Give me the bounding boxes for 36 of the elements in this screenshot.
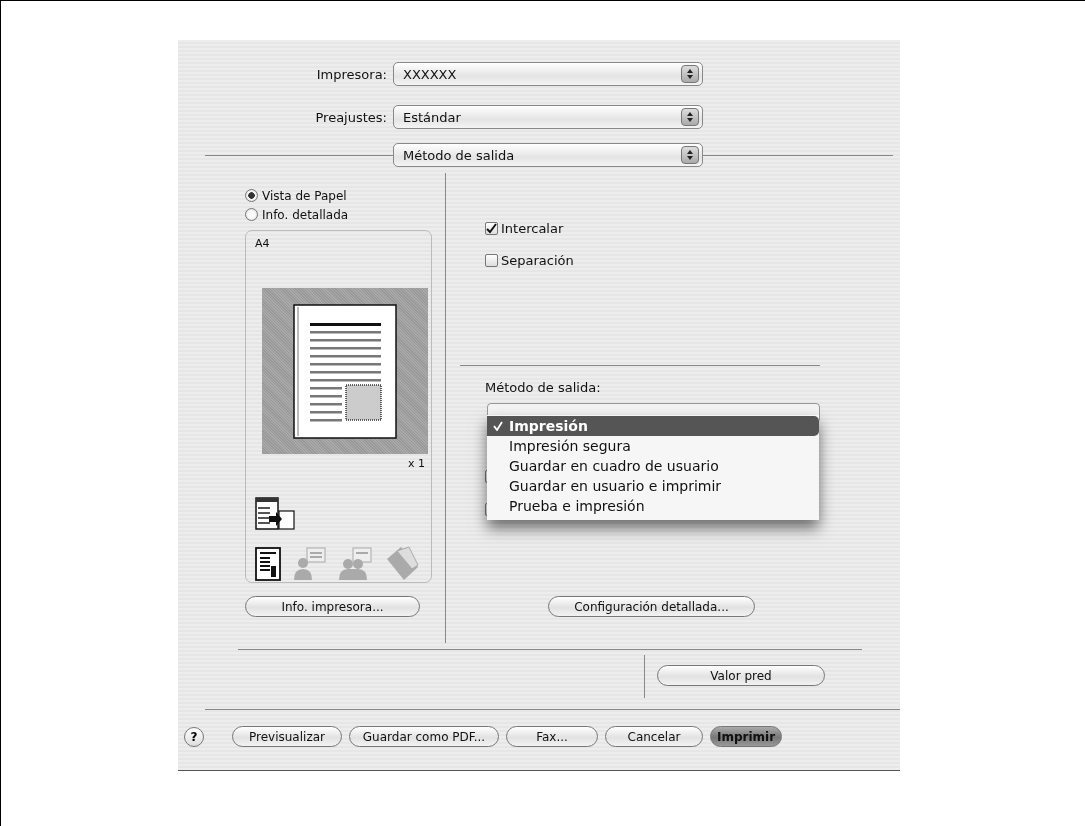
presets-label: Preajustes:	[314, 109, 388, 125]
checkbox[interactable]	[485, 253, 498, 267]
menu-item[interactable]: Prueba e impresión	[487, 496, 819, 516]
dialog-button[interactable]: Previsualizar	[232, 726, 342, 747]
radio-label: Vista de Papel	[262, 188, 347, 203]
copies-text: x 1	[408, 457, 425, 470]
menu-item[interactable]: Impresión segura	[487, 436, 819, 456]
output-method-label: Método de salida:	[485, 380, 602, 395]
radio-label: Info. detallada	[262, 207, 349, 222]
menu-item[interactable]: Impresión	[487, 416, 819, 436]
checkmark-icon	[493, 421, 503, 431]
dialog-button[interactable]: Guardar como PDF...	[349, 726, 499, 747]
radio-button[interactable]	[245, 189, 258, 202]
up-down-arrows-icon	[686, 149, 694, 161]
dialog-button[interactable]: Cancelar	[605, 726, 703, 747]
checkbox-label: Separación	[501, 252, 574, 268]
checkbox[interactable]	[485, 221, 498, 235]
detailed-settings-button[interactable]: Configuración detallada...	[548, 596, 755, 617]
help-button[interactable]: ?	[184, 726, 204, 747]
printer-popup[interactable]: XXXXXX	[393, 62, 703, 86]
radio-button[interactable]	[245, 208, 258, 221]
dialog-button[interactable]: Imprimir	[710, 726, 782, 747]
checkbox-label: Intercalar	[501, 220, 564, 236]
menu-item[interactable]: Guardar en usuario e imprimir	[487, 476, 819, 496]
printer-output-icon	[255, 497, 295, 531]
presets-popup[interactable]: Estándar	[393, 105, 703, 129]
up-down-arrows-icon	[686, 68, 694, 80]
dialog-button[interactable]: Fax...	[506, 726, 598, 747]
menu-item[interactable]: Guardar en cuadro de usuario	[487, 456, 819, 476]
printer-label: Impresora:	[315, 66, 388, 82]
up-down-arrows-icon	[686, 111, 694, 123]
default-values-button[interactable]: Valor pred	[657, 665, 825, 686]
paper-size-text: A4	[255, 237, 271, 250]
document-icon[interactable]	[255, 547, 281, 581]
panel-popup[interactable]: Método de salida	[393, 143, 703, 167]
printer-info-button[interactable]: Info. impresora...	[245, 596, 420, 617]
